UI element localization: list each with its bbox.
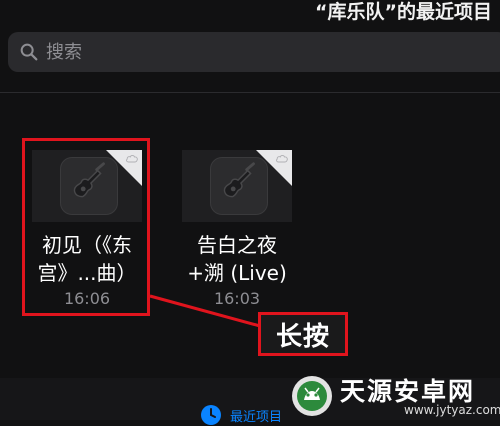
file-time: 16:03 <box>213 289 261 308</box>
watermark-url: www.jytyaz.com <box>404 403 500 417</box>
page-title: “库乐队”的最近项目 <box>315 1 492 23</box>
file-thumbnail[interactable] <box>182 150 292 222</box>
clock-icon <box>201 405 221 425</box>
highlight-box <box>22 138 150 316</box>
file-name-line1: 告白之夜 <box>197 233 277 257</box>
watermark: 天源安卓网 www.jytyaz.com <box>290 372 500 420</box>
tab-recent[interactable]: 最近项目 <box>200 404 282 426</box>
file-name-line2: +溯 (Live) <box>187 261 287 285</box>
search-icon <box>20 43 38 61</box>
search-input[interactable] <box>46 41 346 63</box>
divider <box>0 92 500 93</box>
watermark-logo-icon <box>292 376 332 416</box>
annotation-text: 长按 <box>275 321 330 352</box>
annotation-callout: 长按 <box>258 312 348 356</box>
tab-recent-label: 最近项目 <box>230 409 283 425</box>
cloud-icon <box>276 154 288 163</box>
search-bar[interactable] <box>8 32 500 72</box>
file-item-gaobai[interactable]: 告白之夜 +溯 (Live) 16:03 <box>172 150 302 310</box>
